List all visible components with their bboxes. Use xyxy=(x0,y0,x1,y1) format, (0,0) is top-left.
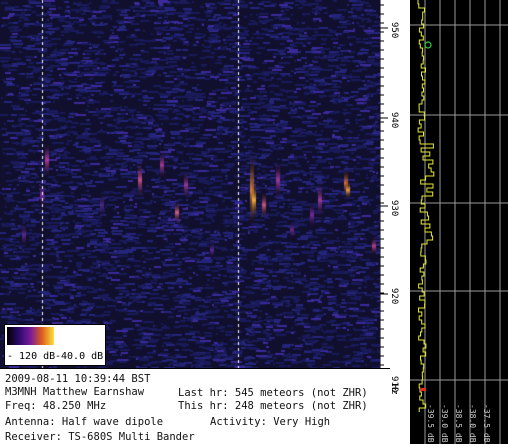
info-timestamp: 2009-08-11 10:39:44 BST xyxy=(5,373,151,385)
level-axis-label: -39.0 dB xyxy=(440,404,449,443)
freq-mark-label: 930 xyxy=(389,200,399,216)
level-axis-label: -37.5 dB xyxy=(482,404,491,443)
info-this-hr: This hr: 248 meteors (not ZHR) xyxy=(178,400,368,412)
level-axis-label: -38.0 dB xyxy=(468,404,477,443)
color-key-gradient xyxy=(7,327,54,345)
info-panel: 2009-08-11 10:39:44 BST M3MNH Matthew Ea… xyxy=(0,368,390,444)
level-axis-label: -39.5 dB xyxy=(426,404,435,443)
info-last-hr: Last hr: 545 meteors (not ZHR) xyxy=(178,387,368,399)
spectrum-lab-display: - 120 dB -40.0 dB 950 940 930 920 910 Hz -39.5… xyxy=(0,0,508,444)
red-marker xyxy=(420,388,426,391)
waterfall-spectrogram xyxy=(0,0,380,368)
info-operator: M3MNH Matthew Earnshaw xyxy=(5,386,145,398)
level-panel: 950940930920910Hz-39.5 dB -39.0 dB -38.5 d… xyxy=(380,0,508,444)
freq-mark-label: 950 xyxy=(389,22,399,38)
color-key-min-label: - 120 dB xyxy=(7,351,56,362)
info-antenna: Antenna: Half wave dipole xyxy=(5,416,164,428)
freq-mark-label: 940 xyxy=(389,112,399,128)
color-key: - 120 dB -40.0 dB xyxy=(4,324,106,366)
info-receiver: Receiver: TS-680S Multi Bander xyxy=(5,431,195,443)
info-frequency: Freq: 48.250 MHz xyxy=(5,400,107,412)
color-key-max-label: -40.0 dB xyxy=(55,351,104,362)
freq-unit-label: Hz xyxy=(389,384,399,395)
freq-mark-label: 920 xyxy=(389,288,399,304)
level-axis-label: -38.5 dB xyxy=(454,404,463,443)
info-activity: Activity: Very High xyxy=(210,416,331,428)
